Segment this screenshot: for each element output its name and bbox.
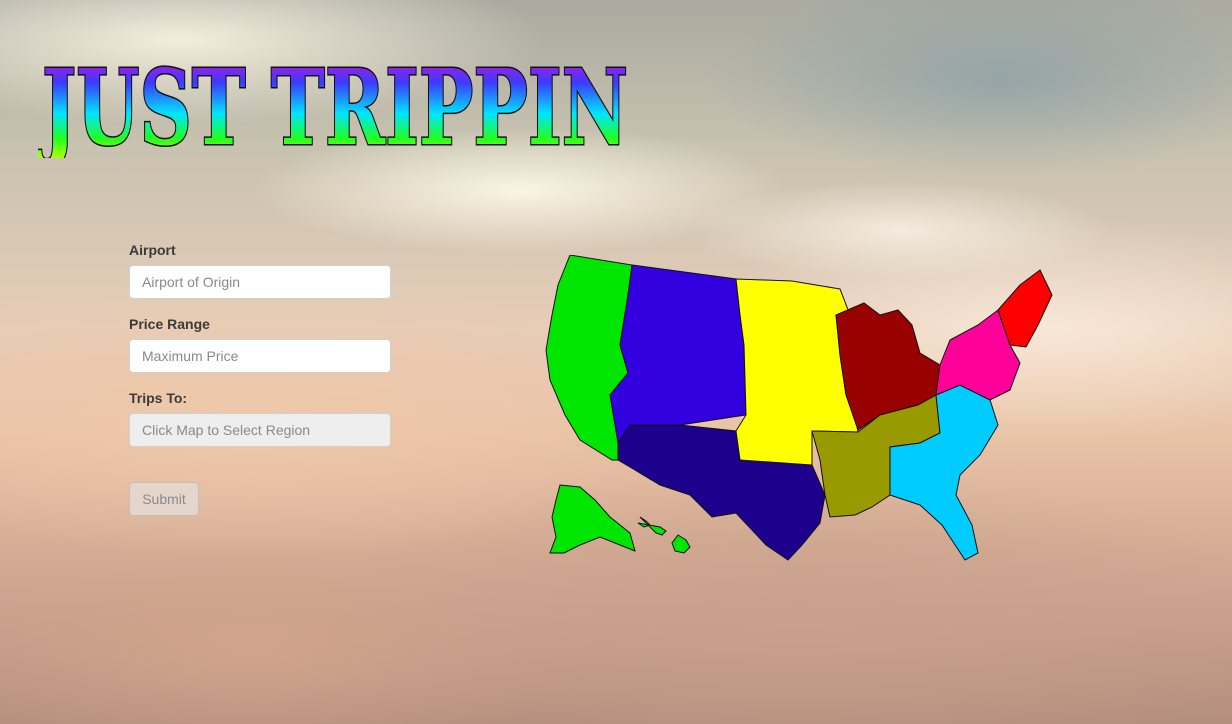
us-region-map	[545, 255, 1053, 561]
airport-label: Airport	[129, 242, 176, 258]
region-mountain-north[interactable]	[609, 264, 747, 445]
region-field	[129, 413, 391, 447]
submit-button[interactable]: Submit	[129, 482, 199, 516]
region-hawaii-islands[interactable]	[637, 516, 667, 536]
just-trippin-logo: JUST TRIPPIN	[38, 45, 630, 159]
max-price-input[interactable]	[129, 339, 391, 373]
svg-text:JUST TRIPPIN: JUST TRIPPIN	[38, 46, 628, 158]
region-alaska[interactable]	[549, 484, 636, 554]
region-hawaii[interactable]	[671, 534, 691, 554]
trips-to-label: Trips To:	[129, 390, 188, 406]
search-form: Airport Price Range Trips To:	[129, 241, 391, 463]
airport-input[interactable]	[129, 265, 391, 299]
price-range-label: Price Range	[129, 316, 210, 332]
